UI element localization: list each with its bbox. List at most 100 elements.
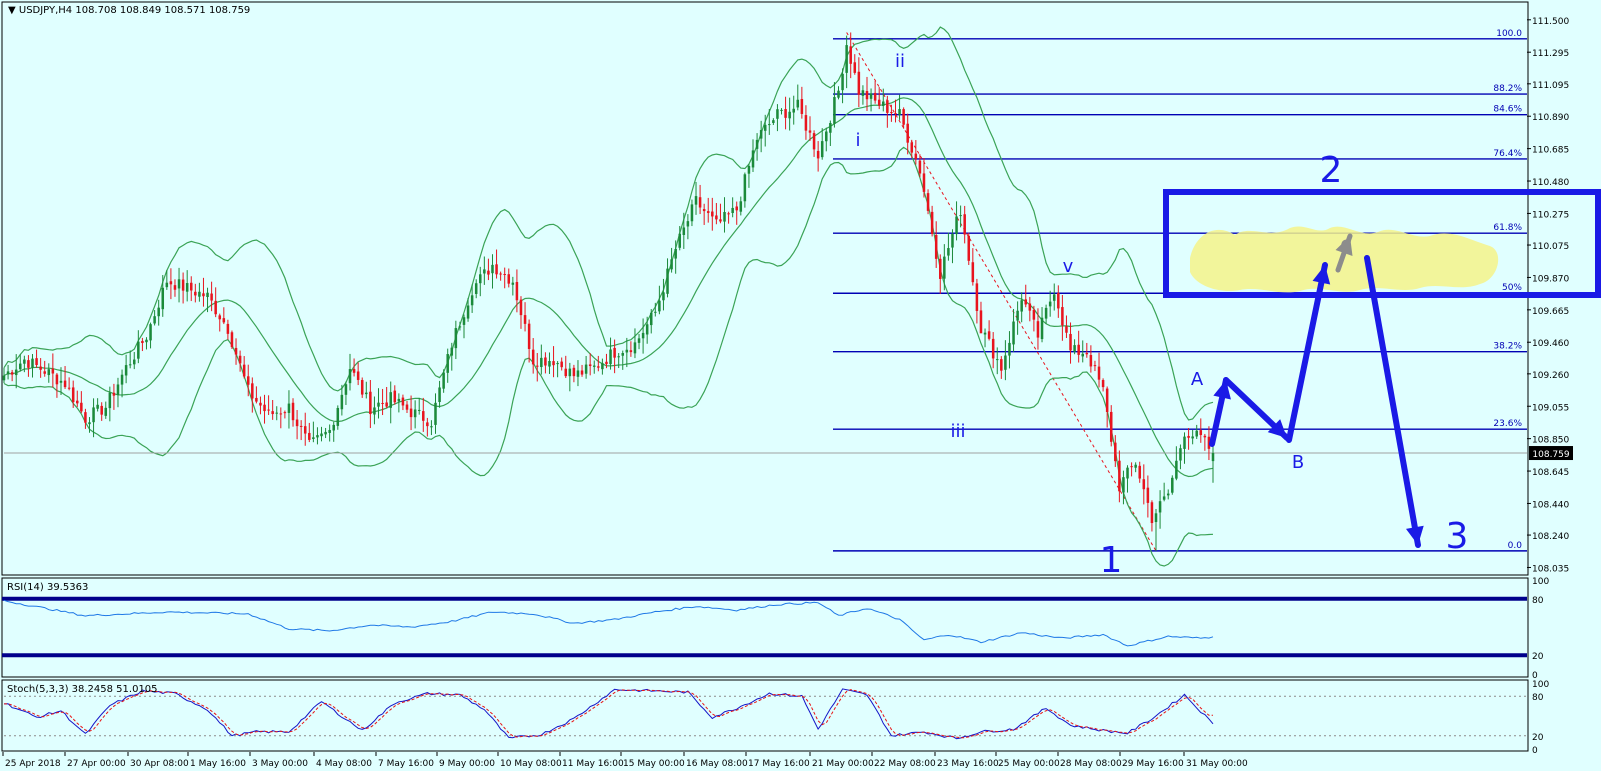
candle-body: [837, 90, 840, 98]
symbol-header: ▼ USDJPY,H4 108.708 108.849 108.571 108.…: [8, 5, 250, 16]
candle-body: [462, 317, 466, 325]
candle-body: [955, 216, 958, 235]
candle-body: [959, 215, 962, 217]
candle-body: [743, 174, 747, 202]
candle-body: [759, 130, 763, 139]
candle-body: [898, 109, 901, 115]
candle-body: [2, 375, 6, 381]
candle-body: [548, 360, 551, 367]
candle-body: [1175, 460, 1178, 479]
chart-window[interactable]: 100.0 88.2% 84.6% 76.4% 61.8% 50% 38.2% 23.6% 0.…: [0, 0, 1601, 771]
candle-body: [995, 359, 999, 361]
candle-body: [303, 426, 307, 434]
time-tick-label: 4 May 08:00: [316, 759, 372, 769]
time-tick-label: 23 May 16:00: [937, 759, 999, 769]
candle-body: [324, 431, 327, 435]
fib-level-label: 84.6%: [1493, 105, 1522, 115]
wave-label: C: [1340, 236, 1351, 255]
candle-body: [141, 340, 144, 344]
candle-body: [609, 349, 612, 365]
time-tick-label: 10 May 08:00: [500, 759, 562, 769]
time-tick-label: 27 Apr 00:00: [67, 759, 126, 769]
price-tick-label: 111.095: [1532, 81, 1569, 91]
candle-body: [454, 328, 458, 349]
candle-body: [930, 211, 934, 235]
candle-body: [474, 283, 478, 294]
candle-body: [1081, 353, 1084, 357]
candle-body: [820, 141, 824, 158]
candle-body: [1012, 321, 1015, 345]
candle-body: [951, 234, 954, 248]
fib-level-label: 76.4%: [1493, 149, 1522, 159]
candle-body: [214, 300, 217, 315]
candle-body: [894, 113, 897, 115]
candle-body: [983, 332, 987, 335]
rsi-tick-label: 100: [1532, 577, 1549, 587]
candle-body: [804, 115, 808, 131]
wave-label: v: [1063, 256, 1074, 277]
candle-body: [979, 310, 983, 334]
candle-body: [67, 387, 71, 389]
candle-body: [450, 347, 454, 356]
candle-body: [1061, 307, 1064, 326]
candle-body: [1166, 493, 1170, 496]
rsi-tick-label: 80: [1532, 596, 1544, 606]
candle-body: [137, 341, 140, 359]
candle-body: [1187, 435, 1190, 438]
trading-chart[interactable]: 100.0 88.2% 84.6% 76.4% 61.8% 50% 38.2% 23.6% 0.…: [0, 0, 1601, 771]
candle-body: [356, 371, 360, 380]
time-tick-label: 17 May 16:00: [748, 759, 810, 769]
candle-body: [316, 435, 319, 438]
price-tick-label: 108.035: [1532, 564, 1569, 574]
candle-body: [1057, 293, 1060, 309]
candle-body: [825, 131, 828, 142]
candle-body: [495, 264, 498, 275]
candle-body: [645, 324, 649, 335]
candle-body: [59, 380, 63, 383]
candle-body: [755, 139, 759, 149]
candle-body: [922, 173, 926, 192]
candle-body: [877, 99, 881, 106]
price-tick-label: 108.440: [1532, 500, 1569, 510]
candle-body: [84, 412, 87, 423]
candle-body: [564, 368, 568, 377]
candle-body: [686, 221, 690, 227]
candle-body: [397, 398, 401, 402]
candle-body: [943, 256, 946, 279]
candle-body: [531, 349, 535, 365]
candle-body: [967, 235, 971, 261]
fib-level-label: 23.6%: [1493, 419, 1522, 429]
candle-body: [145, 339, 148, 343]
candle-body: [1040, 317, 1044, 340]
candle-body: [1004, 355, 1007, 370]
candle-body: [963, 214, 966, 235]
candle-body: [499, 273, 502, 275]
candle-body: [857, 71, 861, 95]
candle-body: [389, 392, 392, 408]
candle-body: [580, 370, 584, 375]
candle-body: [377, 402, 380, 407]
candle-body: [654, 311, 657, 313]
candle-body: [1142, 479, 1146, 490]
candle-body: [690, 204, 694, 222]
candle-body: [731, 207, 734, 214]
candle-body: [1105, 388, 1109, 412]
time-tick-label: 25 May 00:00: [998, 759, 1060, 769]
wave-label: B: [1292, 452, 1304, 473]
candle-body: [511, 282, 515, 285]
candle-body: [1138, 465, 1141, 479]
stoch-tick-label: 80: [1532, 693, 1544, 703]
candle-body: [519, 299, 523, 316]
time-tick-label: 30 Apr 08:00: [130, 759, 189, 769]
candle-body: [1044, 307, 1048, 319]
candle-body: [336, 407, 340, 426]
candle-body: [735, 206, 738, 211]
candle-body: [181, 279, 185, 291]
candle-body: [1183, 436, 1186, 449]
candle-body: [23, 359, 26, 364]
time-tick-label: 11 May 16:00: [562, 759, 624, 769]
candle-body: [706, 211, 710, 213]
candle-body: [1065, 326, 1068, 333]
candle-body: [1024, 299, 1028, 305]
candle-body: [405, 404, 409, 410]
